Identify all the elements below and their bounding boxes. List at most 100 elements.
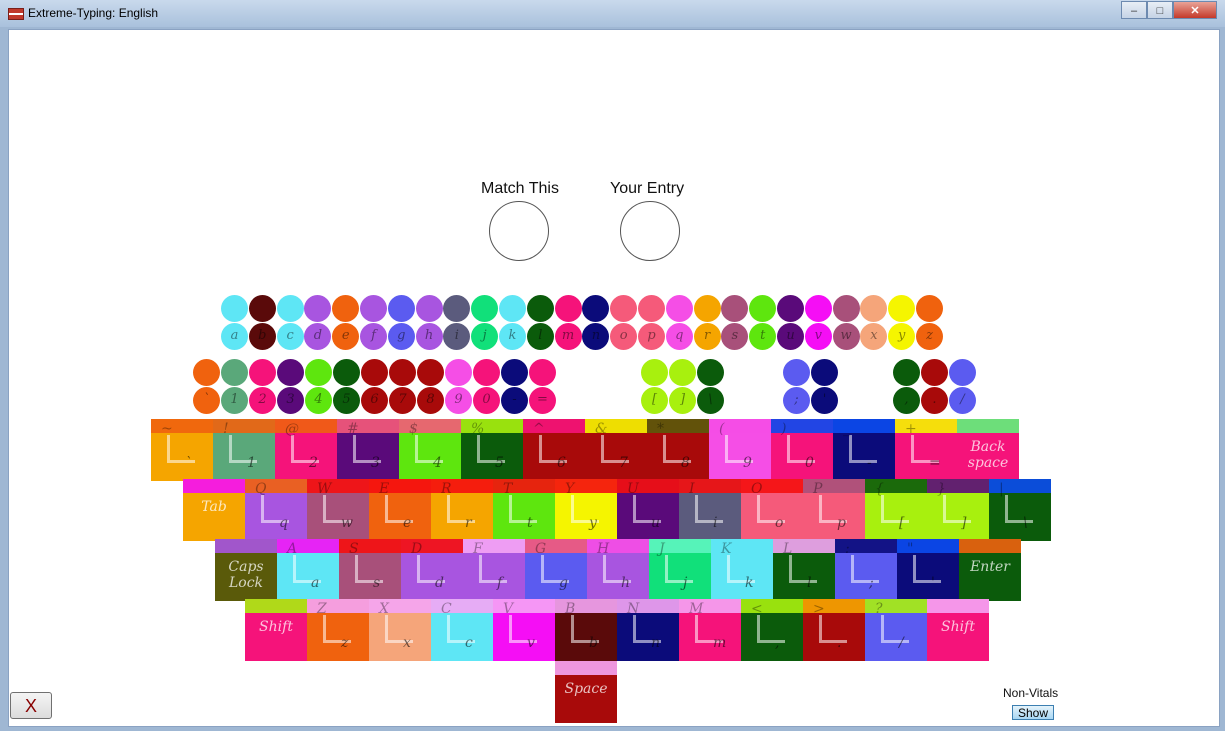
- key-char[interactable]: Ll: [773, 539, 835, 601]
- key-band: [927, 599, 989, 613]
- key-char[interactable]: Ff: [463, 539, 525, 601]
- alphabet-dot: [276, 295, 304, 322]
- alphabet-dot: [888, 295, 916, 322]
- key-enter[interactable]: Enter: [959, 539, 1021, 601]
- key-char[interactable]: :;: [835, 539, 897, 601]
- key-char[interactable]: % 5: [461, 419, 523, 481]
- key-char[interactable]: Pp: [803, 479, 865, 541]
- key-char[interactable]: Hh: [587, 539, 649, 601]
- key-char[interactable]: Vv: [493, 599, 555, 661]
- key-char: ': [931, 575, 935, 591]
- number-dot: [277, 359, 304, 386]
- key-char[interactable]: Qq: [245, 479, 307, 541]
- key-shift-char: V: [503, 601, 514, 617]
- key-char[interactable]: Ss: [339, 539, 401, 601]
- key-char[interactable]: {[: [865, 479, 927, 541]
- key-char[interactable]: Ii: [679, 479, 741, 541]
- number-dot: [333, 359, 360, 386]
- key-char[interactable]: Zz: [307, 599, 369, 661]
- alphabet-dot-label: y: [898, 328, 906, 343]
- key-shift[interactable]: Shift: [927, 599, 989, 661]
- alphabet-dot: k: [499, 323, 526, 350]
- alphabet-dot: [554, 295, 582, 322]
- number-dot: [445, 359, 472, 386]
- key-char[interactable]: Aa: [277, 539, 339, 601]
- alphabet-dot: v: [804, 323, 832, 350]
- punctuation-dot-label: /: [960, 392, 965, 407]
- key-char: =: [929, 455, 941, 471]
- key-char[interactable]: Kk: [711, 539, 773, 601]
- key-char[interactable]: Mm: [679, 599, 741, 661]
- minimize-button[interactable]: –: [1121, 1, 1147, 19]
- key-char[interactable]: ) 0: [771, 419, 833, 481]
- key-char[interactable]: $4: [399, 419, 461, 481]
- key-char[interactable]: Nn: [617, 599, 679, 661]
- key-back-space[interactable]: Back space: [957, 419, 1019, 481]
- punctuation-dot: [893, 359, 920, 386]
- key-char[interactable]: Yy: [555, 479, 617, 541]
- key-shift-char: Q: [255, 481, 267, 497]
- key-char[interactable]: ! 1: [213, 419, 275, 481]
- key-shift-char: {: [875, 481, 884, 497]
- number-dot-label: 6: [370, 392, 379, 407]
- key-band: [959, 539, 1021, 553]
- number-dot: 3: [277, 387, 304, 414]
- key-char[interactable]: (9: [709, 419, 771, 481]
- key-char[interactable]: + =: [895, 419, 957, 481]
- key-char[interactable]: Tt: [493, 479, 555, 541]
- key-space[interactable]: Space: [555, 661, 617, 723]
- non-vitals-label: Non-Vitals: [1003, 686, 1059, 700]
- key-char[interactable]: | \: [989, 479, 1051, 541]
- bracket-dot: ]: [669, 387, 696, 414]
- key-shift-char: ?: [875, 601, 883, 617]
- key-char[interactable]: ? /: [865, 599, 927, 661]
- key-char[interactable]: ^ 6: [523, 419, 585, 481]
- key-char[interactable]: Gg: [525, 539, 587, 601]
- key-char: a: [311, 575, 320, 591]
- key-shift-char: &: [595, 421, 608, 437]
- key-char: n: [651, 635, 661, 651]
- key-char[interactable]: Oo: [741, 479, 803, 541]
- key-char[interactable]: Cc: [431, 599, 493, 661]
- key-char: /: [899, 635, 904, 651]
- close-window-button[interactable]: ✕: [1173, 1, 1217, 19]
- alphabet-dot-label: q: [675, 328, 684, 343]
- number-dot: [221, 359, 248, 386]
- key-char[interactable]: _ -: [833, 419, 895, 481]
- key-char[interactable]: }]: [927, 479, 989, 541]
- alphabet-dot: [749, 295, 777, 322]
- show-button[interactable]: Show: [1012, 705, 1054, 720]
- key-char[interactable]: Dd: [401, 539, 463, 601]
- key-char[interactable]: Ww: [307, 479, 369, 541]
- number-dot: [305, 359, 332, 386]
- key-char[interactable]: & 7: [585, 419, 647, 481]
- key-shift-char: I: [689, 481, 695, 497]
- key-tab[interactable]: Tab: [183, 479, 245, 541]
- key-shift[interactable]: Shift: [245, 599, 307, 661]
- key-char: z: [341, 635, 349, 651]
- key-shift-char: >: [813, 601, 825, 617]
- key-arrow-icon: [665, 555, 693, 583]
- key-char[interactable]: Jj: [649, 539, 711, 601]
- exit-button[interactable]: X: [10, 692, 52, 719]
- key-char[interactable]: * 8: [647, 419, 709, 481]
- key-char[interactable]: ~ `: [151, 419, 213, 481]
- alphabet-dot: o: [610, 323, 638, 350]
- key-char[interactable]: @2: [275, 419, 337, 481]
- key-char: 1: [247, 455, 256, 471]
- app-flag-icon: [8, 8, 24, 20]
- number-dot-label: 4: [314, 392, 323, 407]
- key-char[interactable]: Uu: [617, 479, 679, 541]
- key-char: v: [527, 635, 535, 651]
- maximize-button[interactable]: □: [1147, 1, 1173, 19]
- key-char[interactable]: Xx: [369, 599, 431, 661]
- key-char[interactable]: <,: [741, 599, 803, 661]
- key-char[interactable]: Rr: [431, 479, 493, 541]
- key-caps-lock[interactable]: Caps Lock: [215, 539, 277, 601]
- key-char[interactable]: Ee: [369, 479, 431, 541]
- key-char[interactable]: #3: [337, 419, 399, 481]
- key-char[interactable]: " ': [897, 539, 959, 601]
- key-char[interactable]: >.: [803, 599, 865, 661]
- key-char: k: [745, 575, 754, 591]
- key-char[interactable]: Bb: [555, 599, 617, 661]
